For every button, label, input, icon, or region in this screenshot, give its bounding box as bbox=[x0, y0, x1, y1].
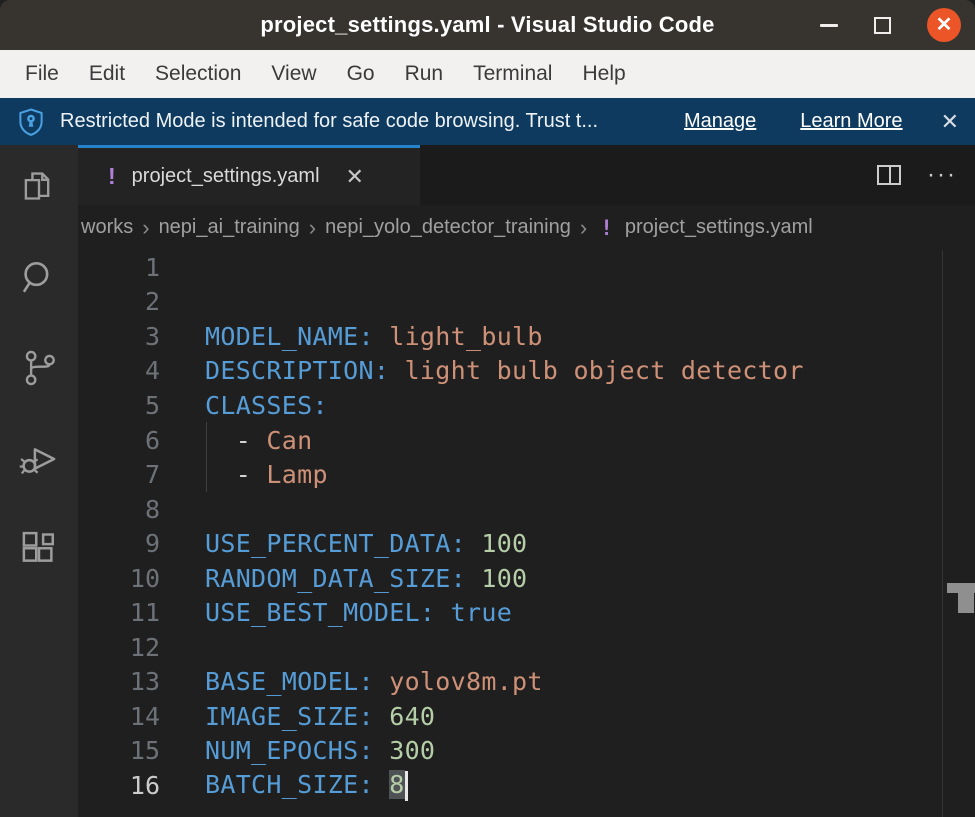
breadcrumb-separator: › bbox=[300, 215, 325, 241]
code-text: USE_PERCENT_DATA: 100 bbox=[160, 529, 527, 558]
menu-bar: FileEditSelectionViewGoRunTerminalHelp bbox=[0, 50, 975, 98]
code-editor[interactable]: 123MODEL_NAME: light_bulb4DESCRIPTION: l… bbox=[78, 250, 975, 817]
code-text: DESCRIPTION: light bulb object detector bbox=[160, 356, 804, 385]
indent-guide bbox=[206, 422, 207, 492]
code-line[interactable]: 16BATCH_SIZE: 8 bbox=[78, 768, 975, 803]
scrollbar-marker bbox=[947, 583, 975, 593]
tab-bar: ! project_settings.yaml ✕ ··· bbox=[78, 145, 975, 205]
activity-bar bbox=[0, 145, 78, 817]
code-line[interactable]: 3MODEL_NAME: light_bulb bbox=[78, 319, 975, 354]
tab-project-settings-yaml[interactable]: ! project_settings.yaml ✕ bbox=[78, 145, 420, 205]
line-number: 16 bbox=[78, 771, 160, 800]
code-line[interactable]: 13BASE_MODEL: yolov8m.pt bbox=[78, 665, 975, 700]
code-text: BATCH_SIZE: 8 bbox=[160, 770, 408, 801]
manage-link[interactable]: Manage bbox=[684, 110, 756, 133]
banner-message: Restricted Mode is intended for safe cod… bbox=[60, 110, 598, 133]
line-number: 8 bbox=[78, 495, 160, 524]
shield-lock-icon bbox=[16, 107, 46, 137]
search-icon[interactable] bbox=[18, 257, 60, 299]
code-text: RANDOM_DATA_SIZE: 100 bbox=[160, 564, 527, 593]
restricted-mode-banner: Restricted Mode is intended for safe cod… bbox=[0, 98, 975, 145]
code-line[interactable]: 14IMAGE_SIZE: 640 bbox=[78, 699, 975, 734]
line-number: 5 bbox=[78, 391, 160, 420]
code-line[interactable]: 2 bbox=[78, 285, 975, 320]
line-number: 14 bbox=[78, 702, 160, 731]
menu-item-selection[interactable]: Selection bbox=[140, 62, 256, 86]
tab-label: project_settings.yaml bbox=[132, 165, 320, 188]
tab-close-icon[interactable]: ✕ bbox=[346, 164, 364, 190]
menu-item-help[interactable]: Help bbox=[567, 62, 640, 86]
code-text: BASE_MODEL: yolov8m.pt bbox=[160, 667, 543, 696]
extensions-icon[interactable] bbox=[17, 529, 61, 573]
code-line[interactable]: 12 bbox=[78, 630, 975, 665]
line-number: 9 bbox=[78, 529, 160, 558]
window-controls: ✕ bbox=[820, 0, 961, 50]
line-number: 10 bbox=[78, 564, 160, 593]
line-number: 12 bbox=[78, 633, 160, 662]
overview-ruler[interactable] bbox=[942, 250, 975, 817]
breadcrumb-item[interactable]: nepi_yolo_detector_training bbox=[325, 216, 571, 239]
code-line[interactable]: 4DESCRIPTION: light bulb object detector bbox=[78, 354, 975, 389]
code-line[interactable]: 15NUM_EPOCHS: 300 bbox=[78, 734, 975, 769]
run-debug-icon[interactable] bbox=[17, 437, 61, 481]
minimize-icon[interactable] bbox=[820, 24, 838, 27]
breadcrumb-item[interactable]: works bbox=[81, 216, 133, 239]
breadcrumb-yaml-file-icon: ! bbox=[596, 216, 625, 240]
more-actions-icon[interactable]: ··· bbox=[927, 161, 957, 189]
menu-item-go[interactable]: Go bbox=[332, 62, 390, 86]
line-number: 6 bbox=[78, 426, 160, 455]
line-number: 11 bbox=[78, 598, 160, 627]
code-text: NUM_EPOCHS: 300 bbox=[160, 736, 435, 765]
yaml-file-icon: ! bbox=[108, 163, 116, 190]
code-text: - Lamp bbox=[160, 460, 328, 489]
code-text: CLASSES: bbox=[160, 391, 328, 420]
scrollbar-marker-stem bbox=[958, 593, 974, 613]
banner-close-icon[interactable]: ✕ bbox=[941, 109, 959, 135]
line-number: 4 bbox=[78, 356, 160, 385]
line-number: 15 bbox=[78, 736, 160, 765]
menu-item-view[interactable]: View bbox=[256, 62, 331, 86]
line-number: 2 bbox=[78, 287, 160, 316]
code-text: - Can bbox=[160, 426, 312, 455]
explorer-icon[interactable] bbox=[18, 167, 60, 209]
breadcrumb-item[interactable]: nepi_ai_training bbox=[159, 216, 300, 239]
line-number: 7 bbox=[78, 460, 160, 489]
editor-actions: ··· bbox=[877, 145, 975, 205]
breadcrumb-item[interactable]: project_settings.yaml bbox=[625, 216, 813, 239]
text-cursor bbox=[405, 771, 408, 801]
code-line[interactable]: 11USE_BEST_MODEL: true bbox=[78, 595, 975, 630]
close-window-icon[interactable]: ✕ bbox=[927, 8, 961, 42]
code-line[interactable]: 5CLASSES: bbox=[78, 388, 975, 423]
code-text: MODEL_NAME: light_bulb bbox=[160, 322, 543, 351]
line-number: 13 bbox=[78, 667, 160, 696]
line-number: 3 bbox=[78, 322, 160, 351]
source-control-icon[interactable] bbox=[18, 347, 60, 389]
code-text: IMAGE_SIZE: 640 bbox=[160, 702, 435, 731]
menu-item-file[interactable]: File bbox=[10, 62, 74, 86]
code-line[interactable]: 6 - Can bbox=[78, 423, 975, 458]
breadcrumb: works›nepi_ai_training›nepi_yolo_detecto… bbox=[78, 205, 975, 250]
code-line[interactable]: 7 - Lamp bbox=[78, 457, 975, 492]
code-line[interactable]: 1 bbox=[78, 250, 975, 285]
breadcrumb-separator: › bbox=[133, 215, 158, 241]
title-bar: project_settings.yaml - Visual Studio Co… bbox=[0, 0, 975, 50]
menu-item-terminal[interactable]: Terminal bbox=[458, 62, 567, 86]
split-editor-icon[interactable] bbox=[877, 165, 901, 185]
code-line[interactable]: 8 bbox=[78, 492, 975, 527]
menu-item-run[interactable]: Run bbox=[390, 62, 459, 86]
code-line[interactable]: 10RANDOM_DATA_SIZE: 100 bbox=[78, 561, 975, 596]
breadcrumb-separator: › bbox=[571, 215, 596, 241]
learn-more-link[interactable]: Learn More bbox=[800, 110, 902, 133]
code-text: USE_BEST_MODEL: true bbox=[160, 598, 512, 627]
menu-item-edit[interactable]: Edit bbox=[74, 62, 140, 86]
line-number: 1 bbox=[78, 253, 160, 282]
code-line[interactable]: 9USE_PERCENT_DATA: 100 bbox=[78, 526, 975, 561]
maximize-icon[interactable] bbox=[874, 17, 891, 34]
